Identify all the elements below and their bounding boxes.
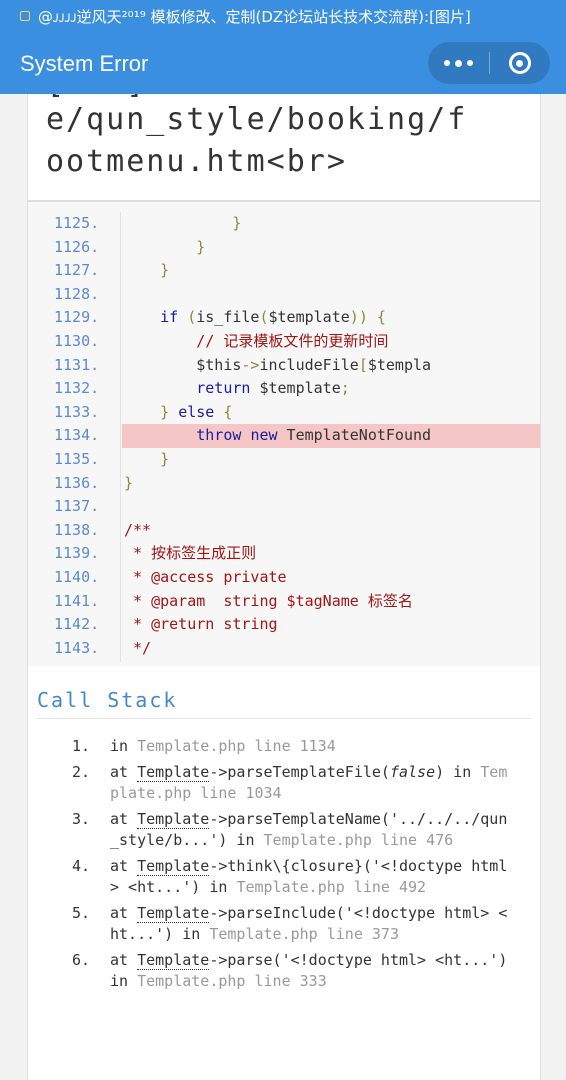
call-stack-list: 1. in Template.php line 1134 2. at Template… (28, 736, 540, 997)
code-text: } (232, 214, 242, 232)
error-message-partial: [...] (46, 94, 146, 101)
code-line: 1126. } (28, 236, 540, 260)
code-line: 1136.} (28, 472, 540, 496)
code-text: */ (124, 638, 152, 657)
code-text: } (160, 261, 170, 280)
call-stack-text: at Template->parseTemplateName('../../..… (110, 810, 508, 849)
more-dots-icon[interactable] (428, 59, 489, 67)
call-stack-item: 4. at Template->think\{closure}('<!doctyp… (28, 856, 540, 898)
code-line: 1138. /** (28, 519, 540, 543)
call-stack-number: 4. (72, 857, 91, 875)
code-text: * @access private (124, 568, 287, 586)
code-line: 1137. (28, 495, 540, 519)
error-message-line: ootmenu.htm<br> (46, 144, 347, 179)
error-content[interactable]: [...] e/qun_style/booking/f ootmenu.htm<… (0, 94, 566, 1080)
line-number: 1130. (54, 332, 100, 350)
code-text: * @return string (124, 615, 278, 634)
code-line: 1134. throw new TemplateNotFound (28, 424, 540, 448)
status-bar-title: @ᴊᴊᴊᴊ逆风天²⁰¹⁹ 模板修改、定制(DZ论坛站长技术交流群):[图片] (38, 7, 471, 26)
code-text: return $template; (196, 379, 350, 398)
code-text: } (196, 237, 206, 256)
class-abbr[interactable]: Template (137, 951, 210, 970)
code-text: * @param string $tagName 标签名 (124, 591, 413, 610)
line-number: 1126. (54, 237, 100, 256)
target-close-icon[interactable] (489, 52, 550, 74)
line-number: 1136. (54, 473, 100, 492)
line-number: 1133. (54, 402, 100, 421)
code-line: 1133. } else { (28, 401, 540, 425)
code-line: 1135. } (28, 448, 540, 472)
code-text: } (124, 473, 134, 492)
code-text: // 记录模板文件的更新时间 (124, 332, 389, 350)
code-line: 1141. * @param string $tagName 标签名 (28, 590, 540, 614)
class-abbr[interactable]: Template (137, 810, 210, 829)
status-bar: @ᴊᴊᴊᴊ逆风天²⁰¹⁹ 模板修改、定制(DZ论坛站长技术交流群):[图片] (0, 0, 566, 32)
error-message-line: e/qun_style/booking/f (46, 102, 468, 137)
call-stack-text: at Template->parse('<!doctype html> <ht.… (110, 951, 508, 990)
call-stack-text: at Template->parseInclude('<!doctype htm… (110, 904, 508, 943)
divider (37, 718, 531, 719)
code-line: 1142. * @return string (28, 613, 540, 637)
call-stack-number: 3. (72, 810, 91, 828)
code-text: $this->includeFile[$templa (124, 355, 432, 374)
class-abbr[interactable]: Template (137, 904, 210, 923)
line-number: 1140. (54, 568, 100, 586)
line-number: 1134. (54, 426, 100, 445)
line-number: 1143. (54, 638, 100, 657)
code-line: 1129. if (is_file($template)) { (28, 306, 540, 330)
line-number: 1131. (54, 355, 100, 374)
code-text: if (is_file($template)) { (160, 308, 386, 327)
code-text: * 按标签生成正则 (124, 544, 257, 563)
code-text: } (160, 450, 170, 468)
call-stack-text: at Template->think\{closure}('<!doctype … (110, 857, 508, 896)
line-number: 1132. (54, 379, 100, 398)
line-number: 1138. (54, 520, 100, 539)
code-text: /** (124, 520, 152, 539)
call-stack-item: 3. at Template->parseTemplateName('../../… (28, 809, 540, 851)
call-stack-text: at Template->parseTemplateFile(false) in… (110, 763, 508, 802)
call-stack-item: 6. at Template->parse('<!doctype html> <h… (28, 950, 540, 992)
line-number: 1139. (54, 544, 100, 563)
title-bar: System Error (0, 32, 566, 94)
call-stack-number: 5. (72, 904, 91, 922)
line-number: 1128. (54, 284, 100, 303)
page-title: System Error (20, 51, 149, 76)
line-number: 1129. (54, 308, 100, 327)
lock-icon (20, 11, 30, 21)
class-abbr[interactable]: Template (137, 763, 210, 782)
code-line: 1132. return $template; (28, 377, 540, 401)
code-line: 1131. $this->includeFile[$templa (28, 354, 540, 378)
code-line: 1125. } (28, 212, 540, 236)
code-text: throw new TemplateNotFound (196, 426, 432, 445)
error-message: [...] e/qun_style/booking/f ootmenu.htm<… (27, 94, 541, 201)
code-line: 1140. * @access private (28, 566, 540, 590)
code-line: 1130. // 记录模板文件的更新时间 (28, 330, 540, 354)
call-stack-number: 2. (72, 763, 91, 781)
call-stack-item: 2. at Template->parseTemplateFile(false) … (28, 762, 540, 804)
code-line: 1128. (28, 283, 540, 307)
line-number: 1125. (54, 214, 100, 232)
call-stack-item: 1. in Template.php line 1134 (28, 736, 540, 757)
call-stack-heading: Call Stack (37, 688, 178, 712)
call-stack-text: in Template.php line 1134 (110, 737, 336, 755)
line-number: 1137. (54, 497, 100, 516)
code-text: } else { (160, 402, 233, 421)
code-line: 1143. */ (28, 637, 540, 661)
code-line: 1127. } (28, 259, 540, 283)
line-number: 1127. (54, 261, 100, 280)
code-line: 1139. * 按标签生成正则 (28, 542, 540, 566)
call-stack-item: 5. at Template->parseInclude('<!doctype h… (28, 903, 540, 945)
call-stack-number: 6. (72, 951, 91, 969)
class-abbr[interactable]: Template (137, 857, 210, 876)
call-stack-number: 1. (72, 737, 91, 755)
mini-program-capsule (428, 42, 550, 84)
line-number: 1135. (54, 450, 100, 468)
line-number: 1142. (54, 615, 100, 634)
source-code-panel: 1125. } 1126. } 1127. } 1128. 1129. if (is_f… (27, 201, 541, 667)
call-stack: Call Stack 1. in Template.php line 1134 2.… (27, 666, 541, 1080)
line-number: 1141. (54, 591, 100, 610)
